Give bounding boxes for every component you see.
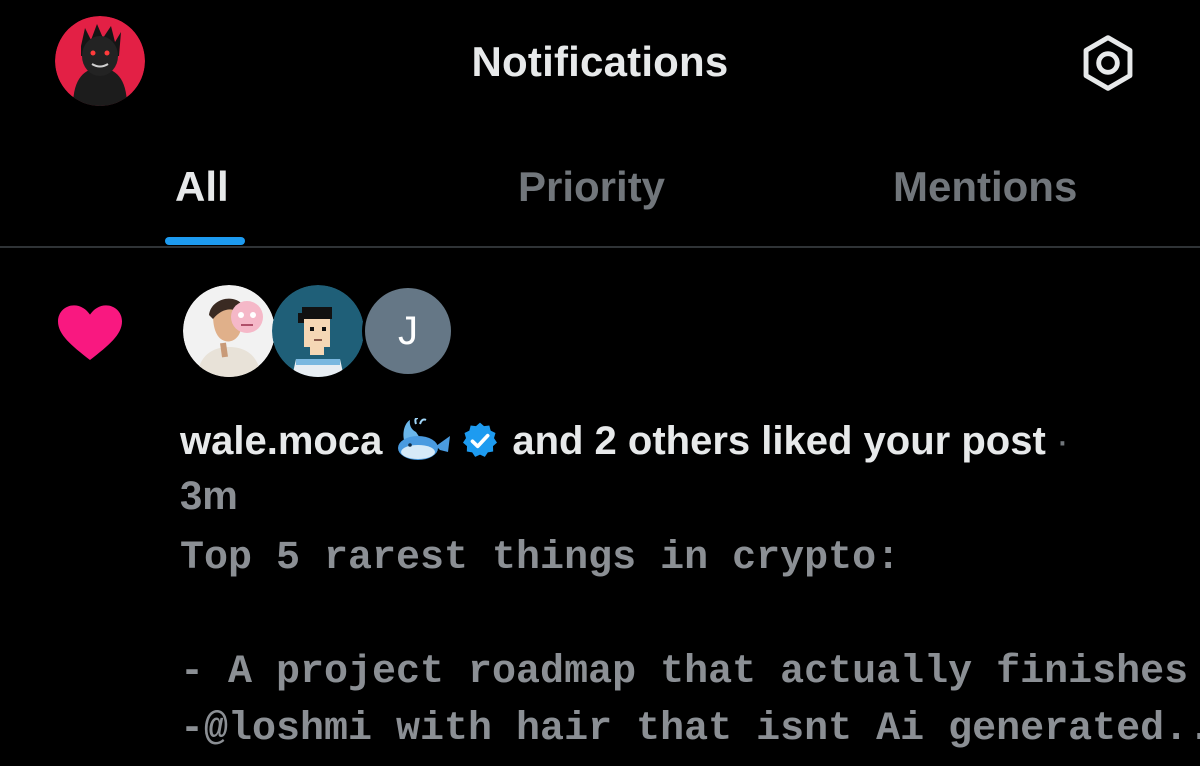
heart-icon xyxy=(58,305,122,360)
avatar[interactable] xyxy=(183,285,275,377)
notification-action: and 2 others liked your post xyxy=(512,418,1046,463)
separator-dot: · xyxy=(1055,418,1070,463)
tab-label: Mentions xyxy=(893,163,1078,210)
tab-label: All xyxy=(175,163,229,210)
verified-badge-icon xyxy=(463,422,498,457)
post-preview: Top 5 rarest things in crypto: - A proje… xyxy=(180,536,1200,752)
tab-mentions[interactable]: Mentions xyxy=(860,125,1130,246)
notification-summary: wale.moca and 2 others liked your post · xyxy=(180,418,1069,464)
top-bar: Notifications xyxy=(0,0,1200,125)
timestamp: 3m xyxy=(180,474,238,518)
gear-icon xyxy=(1083,35,1133,91)
avatar-initial: J xyxy=(398,308,418,353)
tab-priority[interactable]: Priority xyxy=(480,125,720,246)
notification-item[interactable]: J wale.moca and 2 others liked your post… xyxy=(0,248,1200,766)
tab-all[interactable]: All xyxy=(120,125,290,246)
settings-button[interactable] xyxy=(1072,30,1144,96)
notification-tabs: All Priority Mentions xyxy=(0,125,1200,248)
page-title: Notifications xyxy=(471,38,729,85)
avatar[interactable]: J xyxy=(362,285,454,377)
whale-icon xyxy=(398,418,451,460)
tab-label: Priority xyxy=(518,163,666,210)
active-tab-indicator xyxy=(165,237,245,245)
avatar[interactable] xyxy=(272,285,364,377)
username-link[interactable]: wale.moca xyxy=(180,419,382,464)
